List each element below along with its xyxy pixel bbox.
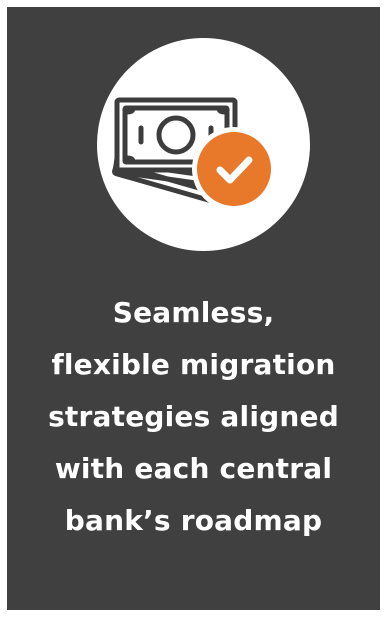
headline-line-2: flexible migration (51, 348, 336, 381)
headline-line-4: with each central (54, 452, 333, 485)
icon-circle (97, 38, 310, 251)
feature-headline: Seamless, flexible migration strategies … (27, 287, 360, 547)
headline-line-5: bank’s roadmap (64, 504, 323, 537)
check-badge (192, 127, 276, 211)
feature-card: Seamless, flexible migration strategies … (7, 7, 380, 610)
money-bills-check-icon (112, 97, 276, 211)
headline-line-3: strategies aligned (48, 400, 339, 433)
headline-line-1: Seamless, (112, 296, 275, 329)
